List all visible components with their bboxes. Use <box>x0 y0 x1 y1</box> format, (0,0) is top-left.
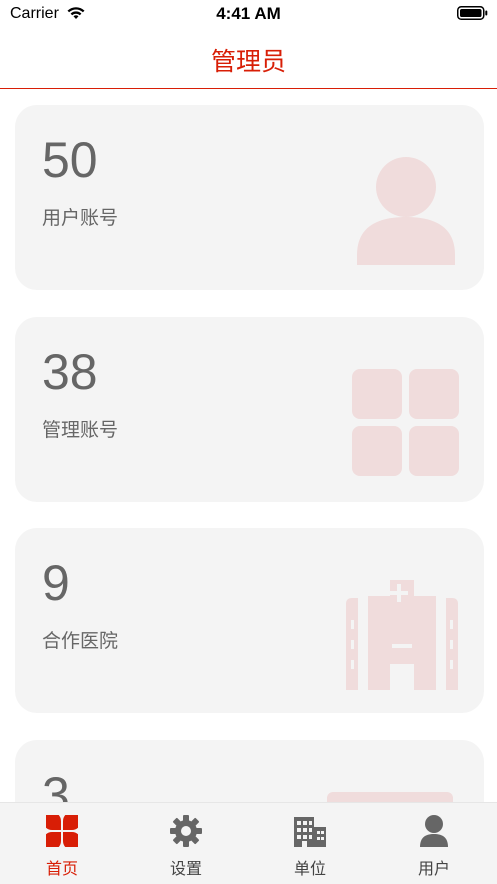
status-bar: Carrier 4:41 AM <box>0 0 497 28</box>
card-value: 38 <box>42 344 98 400</box>
card-label: 用户账号 <box>42 207 119 229</box>
user-icon <box>357 157 455 265</box>
grid-icon <box>352 369 459 476</box>
card-label: 管理账号 <box>42 419 119 441</box>
tab-label: 设置 <box>169 859 202 878</box>
card-label: 合作医院 <box>42 630 119 652</box>
nav-bar: 管理员 <box>0 28 497 89</box>
card-value: 3 <box>42 767 70 802</box>
clover-icon <box>46 815 78 847</box>
card-value: 9 <box>42 555 70 611</box>
tab-users[interactable]: 用户 <box>372 803 496 884</box>
tab-label: 首页 <box>45 859 78 878</box>
building-icon <box>327 792 453 802</box>
card-units[interactable]: 3 <box>15 740 484 802</box>
card-value: 50 <box>42 132 98 188</box>
tab-home[interactable]: 首页 <box>0 803 124 884</box>
tab-settings[interactable]: 设置 <box>124 803 248 884</box>
user-icon <box>420 815 448 847</box>
tab-units[interactable]: 单位 <box>248 803 372 884</box>
card-partner-hospitals[interactable]: 9 合作医院 <box>15 528 484 713</box>
gear-icon <box>170 815 202 847</box>
tab-bar: 首页 设置 单位 用户 <box>0 802 497 884</box>
card-user-accounts[interactable]: 50 用户账号 <box>15 105 484 290</box>
tab-label: 单位 <box>293 859 326 878</box>
hospital-icon <box>346 580 458 690</box>
card-admin-accounts[interactable]: 38 管理账号 <box>15 317 484 502</box>
dashboard-list[interactable]: 50 用户账号 38 管理账号 9 合作医院 3 <box>0 90 497 802</box>
clock: 4:41 AM <box>216 4 281 23</box>
building-icon <box>294 817 326 847</box>
battery-icon <box>457 6 488 20</box>
page-title: 管理员 <box>210 47 286 76</box>
tab-label: 用户 <box>417 859 450 878</box>
